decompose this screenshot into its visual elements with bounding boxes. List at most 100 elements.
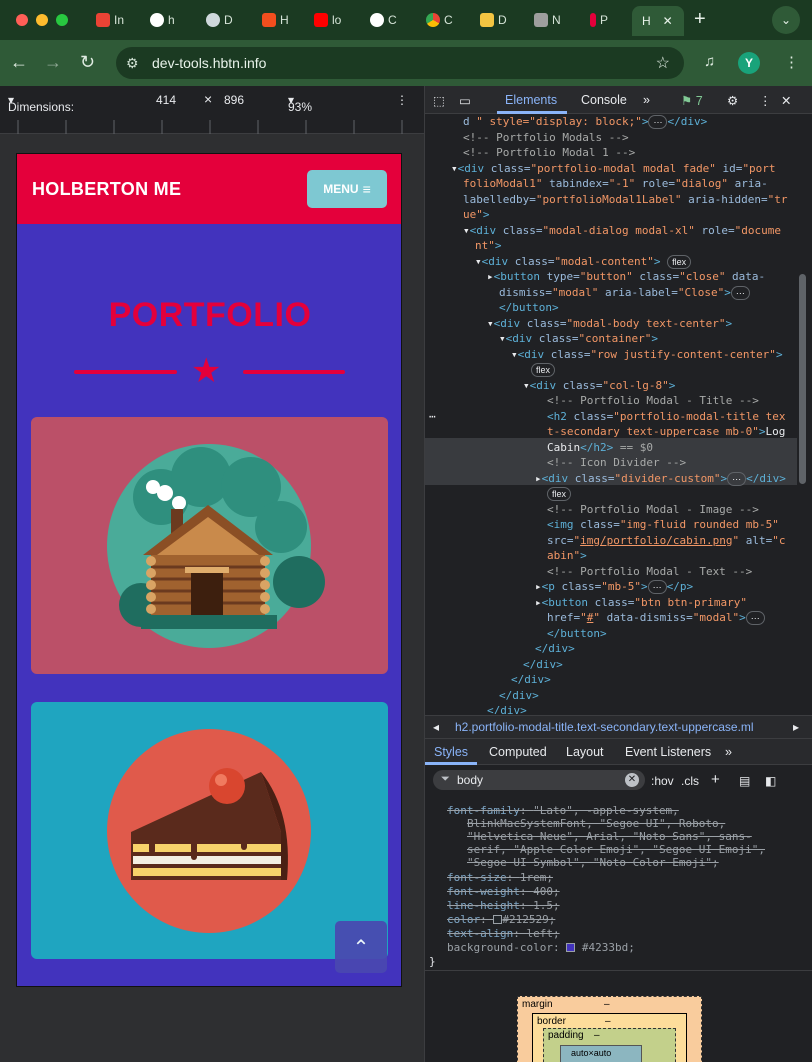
menu-button[interactable]: MENU ≡: [307, 170, 387, 208]
breadcrumb-item[interactable]: h2.portfolio-modal-title.text-secondary.…: [455, 720, 754, 734]
close-window-button[interactable]: [16, 14, 28, 26]
browser-tab[interactable]: P: [590, 8, 608, 32]
portfolio-item-cake[interactable]: [31, 702, 388, 959]
color-swatch[interactable]: [566, 943, 576, 952]
dom-line[interactable]: flex: [547, 486, 572, 502]
dom-line-selected[interactable]: t-secondary text-uppercase mb-0">Log: [547, 424, 785, 440]
style-declaration[interactable]: color: #212529;: [447, 913, 555, 926]
dom-line[interactable]: labelledby="portfolioModal1Label" aria-h…: [463, 192, 788, 208]
dom-line[interactable]: ▾<div class="container">: [499, 331, 658, 347]
scrollbar-thumb[interactable]: [799, 274, 806, 484]
portfolio-item-cabin[interactable]: [31, 417, 388, 674]
dom-line[interactable]: ▾<div class="row justify-content-center"…: [511, 347, 783, 363]
dom-line[interactable]: nt">: [475, 238, 502, 254]
style-declaration[interactable]: font-weight: 400;: [447, 885, 560, 898]
dom-line[interactable]: ⋯: [429, 409, 436, 425]
dom-line[interactable]: ▾<div class="col-lg-8">: [523, 378, 675, 394]
browser-tab[interactable]: lo: [314, 8, 341, 32]
back-button[interactable]: ←: [10, 52, 28, 72]
active-browser-tab[interactable]: H ✕: [632, 6, 684, 36]
tab-console[interactable]: Console: [581, 93, 627, 107]
dom-tree-scrollbar[interactable]: [797, 114, 809, 714]
dom-line[interactable]: ▾<div class="modal-content"> flex: [475, 254, 692, 270]
dom-line[interactable]: </button>: [499, 300, 559, 316]
styles-pane[interactable]: font-family: "Lato", -apple-system, Blin…: [425, 794, 797, 970]
close-devtools-icon[interactable]: ✕: [781, 93, 791, 108]
style-declaration[interactable]: background-color: #4233bd;: [447, 941, 635, 954]
box-model-margin[interactable]: margin – border – padding – auto×auto: [517, 996, 702, 1062]
dom-line-selected[interactable]: <h2 class="portfolio-modal-title tex: [547, 409, 785, 425]
device-toggle-icon[interactable]: ▭: [459, 93, 471, 108]
media-controls-icon[interactable]: ♫: [704, 53, 715, 70]
dom-line[interactable]: href="#" data-dismiss="modal"> ⋯: [547, 610, 765, 626]
dom-line[interactable]: </div>: [499, 688, 539, 704]
browser-tab[interactable]: D: [206, 8, 233, 32]
close-tab-icon[interactable]: ✕: [663, 14, 673, 28]
dom-line[interactable]: <!-- Portfolio Modal - Title -->: [547, 393, 759, 409]
tab-search-button[interactable]: ⌄: [772, 6, 800, 34]
dom-line[interactable]: d " style="display: block;"> ⋯ </div>: [463, 114, 707, 130]
dom-line[interactable]: </div>: [487, 703, 527, 714]
dom-line[interactable]: <img class="img-fluid rounded mb-5": [547, 517, 779, 533]
browser-tab[interactable]: h: [150, 8, 175, 32]
breadcrumb-scroll-left[interactable]: ◂: [433, 720, 439, 734]
dom-line[interactable]: ▸<button class="btn btn-primary": [535, 595, 747, 611]
minimize-window-button[interactable]: [36, 14, 48, 26]
dom-line[interactable]: <!-- Portfolio Modals -->: [463, 130, 629, 146]
bookmark-star-icon[interactable]: ☆: [656, 53, 670, 73]
maximize-window-button[interactable]: [56, 14, 68, 26]
zoom-select[interactable]: 93% ▾: [288, 93, 312, 114]
box-model-content[interactable]: auto×auto: [560, 1045, 642, 1062]
browser-tab[interactable]: C: [370, 8, 397, 32]
more-styles-tabs-icon[interactable]: »: [725, 745, 732, 759]
browser-tab[interactable]: In: [96, 8, 124, 32]
tab-styles[interactable]: Styles: [434, 745, 468, 759]
dom-line[interactable]: ▾<div class="modal-dialog modal-xl" role…: [463, 223, 781, 239]
dom-line[interactable]: <!-- Portfolio Modal - Image -->: [547, 502, 759, 518]
browser-menu-icon[interactable]: ⋮: [784, 53, 799, 71]
dom-line[interactable]: <!-- Portfolio Modal - Text -->: [547, 564, 752, 580]
viewport-height-input[interactable]: 896: [224, 93, 244, 107]
dom-line[interactable]: ue">: [463, 207, 490, 223]
profile-avatar[interactable]: Y: [738, 52, 760, 74]
site-info-icon[interactable]: ⚙: [126, 55, 139, 72]
breadcrumb-scroll-right[interactable]: ▸: [793, 720, 799, 734]
dom-line[interactable]: ▸<div class="divider-custom"> ⋯ </div>: [535, 471, 786, 487]
dom-line[interactable]: </div>: [511, 672, 551, 688]
box-model-padding[interactable]: padding – auto×auto: [543, 1028, 676, 1062]
address-bar[interactable]: ⚙ dev-tools.hbtn.info ☆: [116, 47, 684, 79]
class-toggle[interactable]: .cls: [681, 774, 699, 788]
style-declaration[interactable]: font-family: "Lato", -apple-system,: [447, 804, 679, 817]
styles-filter[interactable]: ⏷ ✕: [433, 770, 645, 790]
box-model-border[interactable]: border – padding – auto×auto: [532, 1013, 687, 1062]
dom-line[interactable]: folioModal1" tabindex="-1" role="dialog"…: [463, 176, 768, 192]
dom-line[interactable]: ▸<button type="button" class="close" dat…: [487, 269, 765, 285]
issues-counter[interactable]: ⚑ 7: [681, 93, 703, 108]
dom-line[interactable]: <!-- Portfolio Modal 1 -->: [463, 145, 635, 161]
browser-tab[interactable]: H: [262, 8, 289, 32]
dom-line-selected[interactable]: Cabin</h2> == $0: [547, 440, 653, 456]
dom-line[interactable]: abin">: [547, 548, 587, 564]
styles-filter-input[interactable]: [457, 772, 627, 788]
paint-brush-icon[interactable]: ▤: [739, 774, 750, 788]
device-toolbar-menu-icon[interactable]: ⋮: [396, 93, 408, 107]
browser-tab[interactable]: C: [426, 8, 453, 32]
hover-state-toggle[interactable]: :hov: [651, 774, 674, 788]
dom-line[interactable]: </div>: [535, 641, 575, 657]
dom-line[interactable]: src="img/portfolio/cabin.png" alt="c: [547, 533, 785, 549]
devtools-menu-icon[interactable]: ⋮: [759, 93, 772, 108]
inspect-element-icon[interactable]: ⬚: [433, 93, 445, 108]
new-style-rule-icon[interactable]: +: [711, 771, 720, 788]
browser-tab[interactable]: D: [480, 8, 507, 32]
more-tabs-icon[interactable]: »: [643, 93, 650, 107]
dom-line[interactable]: flex: [531, 362, 556, 378]
tab-layout[interactable]: Layout: [566, 745, 604, 759]
tab-computed[interactable]: Computed: [489, 745, 547, 759]
dom-line[interactable]: ▾<div class="modal-body text-center">: [487, 316, 732, 332]
dom-line[interactable]: dismiss="modal" aria-label="Close"> ⋯: [499, 285, 750, 301]
browser-tab[interactable]: N: [534, 8, 561, 32]
reload-button[interactable]: ↻: [80, 52, 95, 72]
settings-gear-icon[interactable]: ⚙: [727, 93, 738, 108]
dom-line[interactable]: <!-- Icon Divider -->: [547, 455, 686, 471]
dom-line[interactable]: ▸<p class="mb-5"> ⋯ </p>: [535, 579, 693, 595]
